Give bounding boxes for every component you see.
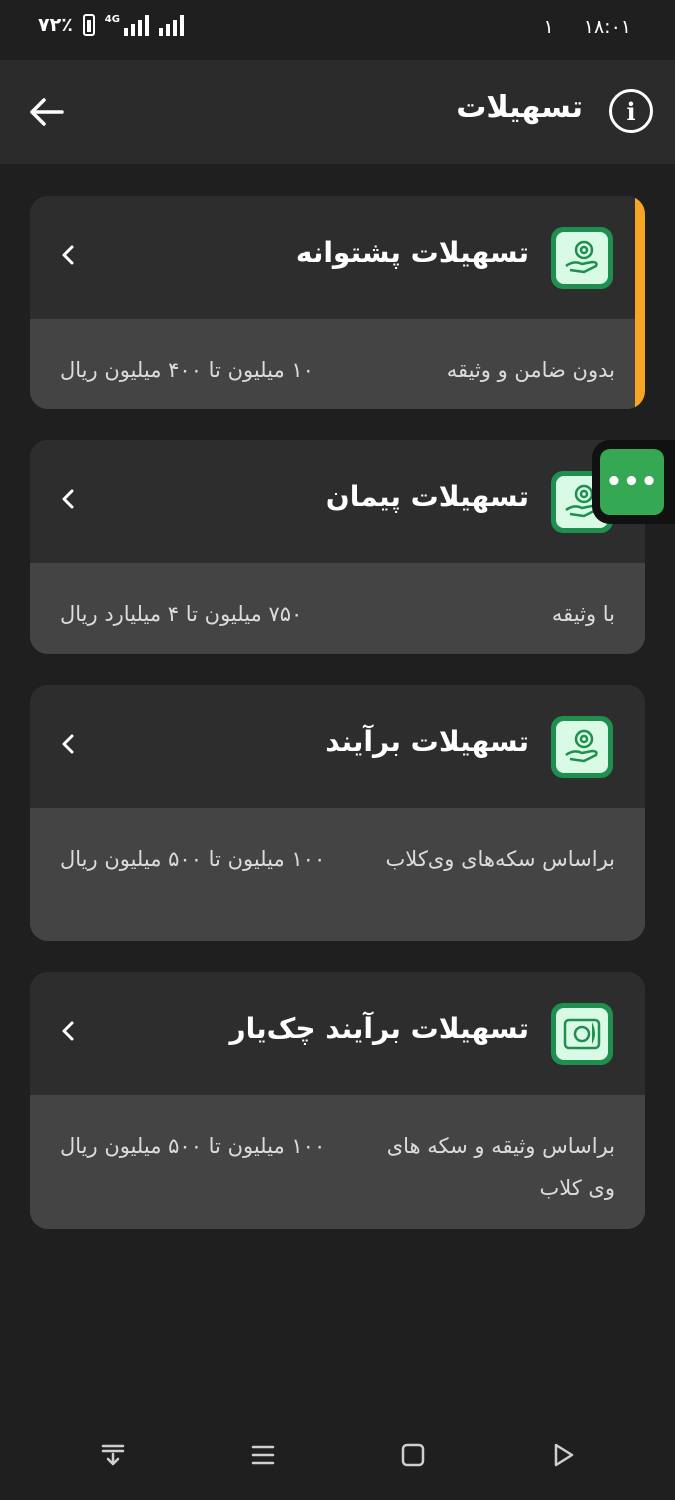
chevron-left-icon: [62, 734, 74, 754]
card-header: تسهیلات پیمان: [30, 440, 645, 563]
system-nav-bar: [0, 1410, 675, 1500]
facility-card-barayand-chekyar[interactable]: تسهیلات برآیند چک‌یار براساس وثیقه و سکه…: [30, 972, 645, 1229]
hand-coin-icon: [551, 716, 613, 778]
card-header: تسهیلات پشتوانه: [30, 196, 645, 319]
home-button[interactable]: [396, 1438, 430, 1472]
card-description: بدون ضامن و وثیقه: [446, 358, 615, 382]
chat-more-icon: •••: [605, 467, 659, 497]
status-bar: ۷۲٪ 4G ۱ ۱۸:۰۱: [0, 0, 675, 60]
page-title: تسهیلات: [456, 90, 583, 125]
card-body: براساس وثیقه و سکه های وی کلاب ۱۰۰ میلیو…: [30, 1095, 645, 1229]
card-title: تسهیلات پشتوانه: [295, 236, 529, 269]
floating-chat-container: •••: [592, 440, 675, 524]
home-icon: [401, 1443, 425, 1467]
facility-card-barayand[interactable]: تسهیلات برآیند براساس سکه‌های وی‌کلاب ۱۰…: [30, 685, 645, 941]
back-button[interactable]: [22, 88, 70, 136]
hand-coin-icon: [551, 227, 613, 289]
facility-card-poshtvaneh[interactable]: تسهیلات پشتوانه بدون ضامن و وثیقه ۱۰ میل…: [30, 196, 645, 409]
highlight-accent: [635, 196, 645, 409]
card-title: تسهیلات برآیند: [325, 725, 529, 758]
card-title: تسهیلات برآیند چک‌یار: [229, 1012, 529, 1045]
card-description: براساس وثیقه و سکه های وی کلاب: [386, 1134, 615, 1200]
app-bar: تسهیلات i: [0, 60, 675, 164]
status-left: ۷۲٪ 4G: [38, 14, 184, 36]
clock: ۱۸:۰۱: [583, 16, 631, 38]
facility-card-peyman[interactable]: تسهیلات پیمان با وثیقه ۷۵۰ میلیون تا ۴ م…: [30, 440, 645, 654]
menu-icon: [251, 1445, 275, 1465]
card-amount: ۱۰۰ میلیون تا ۵۰۰ میلیون ریال: [60, 847, 326, 871]
signal-icon: [123, 14, 149, 36]
battery-percent: ۷۲٪: [38, 14, 73, 36]
chevron-left-icon: [62, 245, 74, 265]
card-body: بدون ضامن و وثیقه ۱۰ میلیون تا ۴۰۰ میلیو…: [30, 319, 645, 409]
card-amount: ۱۰ میلیون تا ۴۰۰ میلیون ریال: [60, 358, 314, 382]
cheque-icon: [551, 1003, 613, 1065]
signal-icon-2: [158, 14, 184, 36]
card-header: تسهیلات برآیند: [30, 685, 645, 808]
card-body: براساس سکه‌های وی‌کلاب ۱۰۰ میلیون تا ۵۰۰…: [30, 808, 645, 941]
chat-more-button[interactable]: •••: [600, 449, 664, 515]
chevron-left-icon: [62, 489, 74, 509]
notification-shade-icon: [101, 1444, 125, 1466]
notification-shade-button[interactable]: [96, 1438, 130, 1472]
info-button[interactable]: i: [609, 89, 653, 133]
network-type: 4G: [104, 14, 120, 25]
menu-button[interactable]: [246, 1438, 280, 1472]
card-amount: ۷۵۰ میلیون تا ۴ میلیارد ریال: [60, 602, 303, 626]
card-description: براساس سکه‌های وی‌کلاب: [385, 847, 615, 871]
back-triangle-icon: [554, 1443, 574, 1467]
battery-icon: [82, 14, 95, 36]
card-body: با وثیقه ۷۵۰ میلیون تا ۴ میلیارد ریال: [30, 563, 645, 654]
card-header: تسهیلات برآیند چک‌یار: [30, 972, 645, 1095]
chevron-left-icon: [62, 1021, 74, 1041]
card-description: با وثیقه: [551, 602, 615, 626]
info-icon: i: [626, 96, 636, 126]
system-back-button[interactable]: [546, 1438, 580, 1472]
arrow-left-icon: [30, 98, 64, 126]
card-title: تسهیلات پیمان: [325, 480, 529, 513]
status-right: ۱ ۱۸:۰۱: [544, 16, 631, 38]
card-amount: ۱۰۰ میلیون تا ۵۰۰ میلیون ریال: [60, 1134, 326, 1158]
sim-indicator: ۱: [543, 16, 554, 38]
